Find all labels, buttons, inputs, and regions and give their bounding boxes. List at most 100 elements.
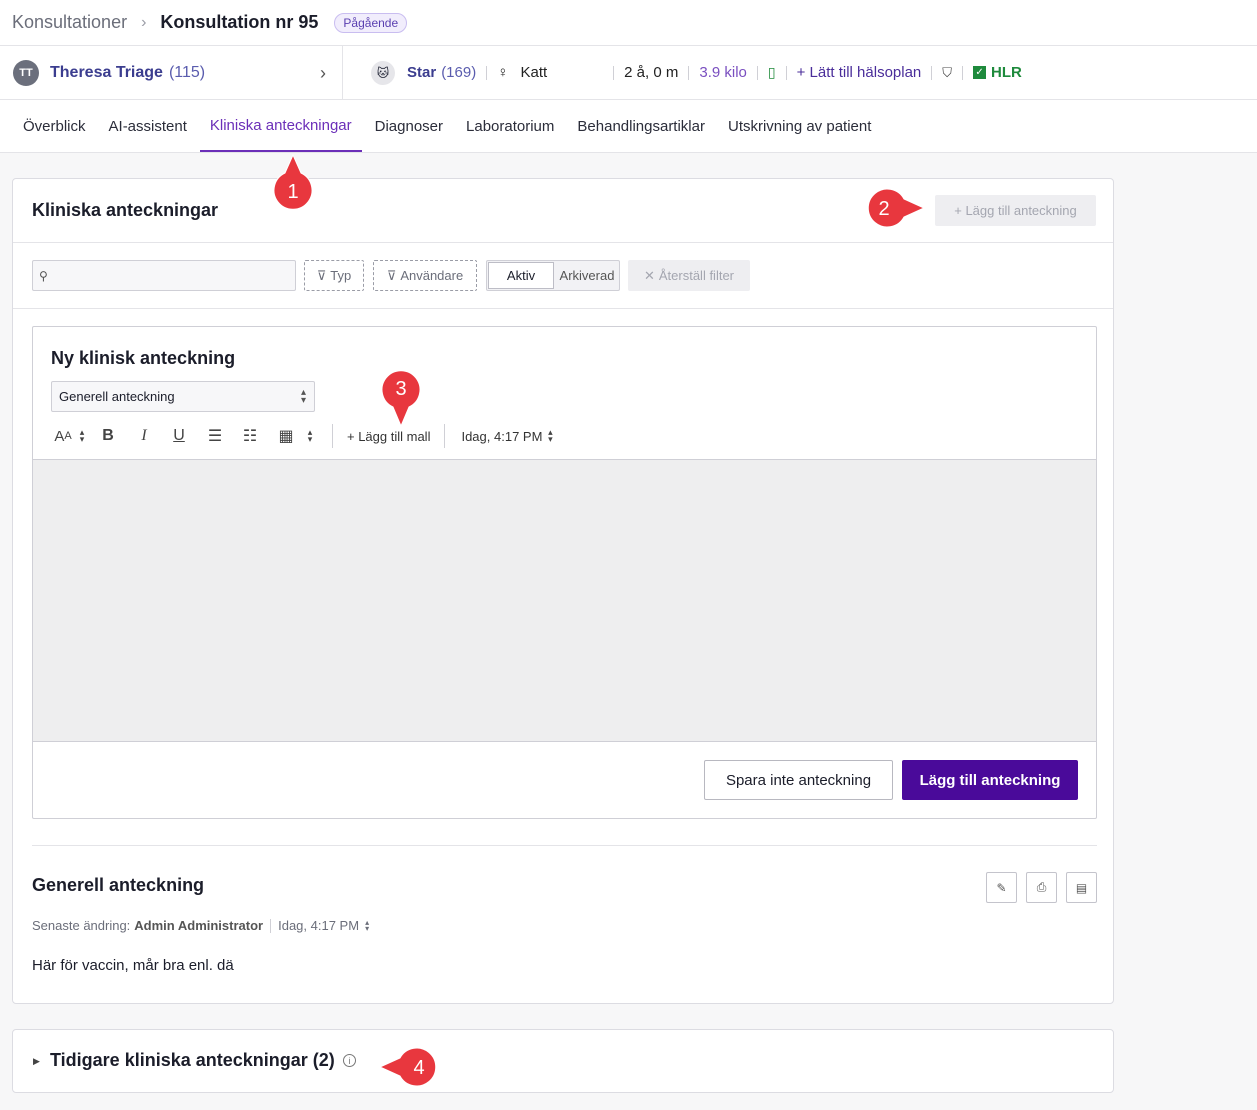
- clinical-notes-panel: Kliniska anteckningar + Lägg till anteck…: [12, 178, 1114, 1004]
- top-bar: Konsultationer › Konsultation nr 95 Pågå…: [0, 0, 1257, 46]
- filter-user-button[interactable]: ⊽ Användare: [373, 260, 477, 291]
- chevron-updown-icon[interactable]: ▴ ▾: [542, 423, 558, 449]
- divider: [486, 65, 488, 80]
- filter-icon: ⊽: [316, 267, 327, 283]
- divider: [270, 918, 272, 933]
- previous-notes-panel[interactable]: ▶ Tidigare kliniska anteckningar (2) i: [12, 1029, 1114, 1093]
- patient-bar: TT Theresa Triage (115) › 🐱 Star (169) ♀…: [0, 45, 1257, 100]
- pencil-icon: ✎: [996, 880, 1007, 895]
- hlr-label: HLR: [991, 64, 1022, 81]
- owner-id: (115): [168, 63, 206, 81]
- owner-section[interactable]: TT Theresa Triage (115) ›: [0, 45, 343, 100]
- tab-discharge[interactable]: Utskrivning av patient: [718, 100, 881, 152]
- note-author: Admin Administrator: [134, 918, 264, 933]
- submit-note-button[interactable]: Lägg till anteckning: [902, 760, 1078, 800]
- note-title: Generell anteckning: [32, 875, 205, 895]
- callout-label: 2: [878, 198, 889, 220]
- divider: [756, 65, 758, 80]
- new-note-form: Ny klinisk anteckning Generell antecknin…: [32, 326, 1097, 819]
- pet-species: Katt: [520, 64, 548, 81]
- status-toggle: Aktiv Arkiverad: [486, 260, 620, 291]
- editor-toolbar: AA ▴ ▾ B I U ☰ ☷ ▦ ▴ ▾ + Lägg till mall Id…: [51, 423, 558, 449]
- owner-name[interactable]: Theresa Triage: [50, 64, 163, 82]
- toggle-active[interactable]: Aktiv: [488, 262, 554, 289]
- printer-icon: ⎙: [1036, 880, 1047, 894]
- pet-id: (169): [441, 64, 477, 81]
- callout-marker-1: 1: [273, 153, 313, 210]
- filter-icon: ⊽: [386, 267, 397, 283]
- divider: [688, 65, 690, 80]
- divider: [962, 65, 964, 80]
- cancel-note-button[interactable]: Spara inte anteckning: [704, 760, 893, 800]
- divider: [13, 308, 1113, 309]
- reset-filter-label: Återställ filter: [658, 268, 735, 283]
- caret-right-icon[interactable]: ▶: [33, 1056, 40, 1067]
- info-icon[interactable]: i: [343, 1054, 356, 1067]
- tab-overview[interactable]: Överblick: [13, 100, 96, 152]
- reset-filter-button[interactable]: ✕ Återställ filter: [628, 260, 750, 291]
- tab-bar: Överblick AI-assistent Kliniska anteckni…: [0, 100, 1257, 153]
- shield-icon: ⛉: [942, 64, 953, 80]
- numbered-list-icon[interactable]: ☷: [233, 423, 267, 449]
- new-note-title: Ny klinisk anteckning: [51, 348, 236, 368]
- add-health-plan-link[interactable]: + Lätt till hälsoplan: [797, 64, 922, 81]
- cat-icon: 🐱: [371, 60, 395, 85]
- note-datetime: Idag, 4:17 PM: [278, 918, 360, 933]
- bold-icon[interactable]: B: [89, 423, 127, 449]
- hlr-status: ✓ HLR: [973, 64, 1022, 81]
- callout-marker-3: 3: [381, 370, 421, 428]
- add-note-button[interactable]: + Lägg till anteckning: [935, 195, 1096, 226]
- archive-button[interactable]: ▤: [1066, 872, 1097, 903]
- italic-icon[interactable]: I: [127, 423, 161, 449]
- divider: [613, 65, 615, 80]
- edit-button[interactable]: ✎: [986, 872, 1017, 903]
- female-icon: ♀: [497, 64, 509, 81]
- divider: [32, 845, 1097, 846]
- tab-laboratory[interactable]: Laboratorium: [456, 100, 564, 152]
- callout-label: 3: [395, 378, 406, 400]
- divider: [785, 65, 787, 80]
- note-type-value: Generell anteckning: [59, 389, 175, 404]
- callout-marker-4: 4: [378, 1047, 437, 1087]
- pet-weight[interactable]: 3.9 kilo: [699, 64, 747, 81]
- status-badge: Pågående: [334, 12, 408, 33]
- pet-name[interactable]: Star: [407, 64, 436, 81]
- filter-type-button[interactable]: ⊽ Typ: [304, 260, 364, 291]
- print-button[interactable]: ⎙: [1026, 872, 1057, 903]
- panel-title: Kliniska anteckningar: [32, 200, 219, 220]
- tab-treatment-items[interactable]: Behandlingsartiklar: [567, 100, 715, 152]
- divider: [13, 242, 1113, 243]
- filter-user-label: Användare: [400, 268, 464, 283]
- pet-age: 2 å, 0 m: [624, 64, 679, 81]
- avatar: TT: [13, 59, 39, 86]
- pet-section: 🐱 Star (169) ♀ Katt 2 å, 0 m 3.9 kilo ▯ …: [343, 46, 1022, 100]
- note-editor[interactable]: [33, 459, 1096, 742]
- tab-diagnoses[interactable]: Diagnoser: [365, 100, 453, 152]
- previous-notes-title[interactable]: Tidigare kliniska anteckningar (2): [50, 1050, 335, 1071]
- underline-icon[interactable]: U: [161, 423, 197, 449]
- filter-type-label: Typ: [330, 268, 352, 283]
- page-title: Konsultation nr 95: [160, 12, 319, 32]
- chevron-updown-icon[interactable]: ▴ ▾: [75, 423, 89, 449]
- note-body: Här för vaccin, mår bra enl. dä: [32, 957, 234, 974]
- table-icon[interactable]: ▦: [267, 423, 305, 449]
- bullet-list-icon[interactable]: ☰: [197, 423, 233, 449]
- note-datetime[interactable]: Idag, 4:17 PM: [445, 423, 542, 449]
- breadcrumb-parent[interactable]: Konsultationer: [12, 12, 127, 33]
- font-size-icon[interactable]: AA: [51, 423, 75, 449]
- microchip-icon: ▯: [767, 64, 776, 80]
- search-input[interactable]: ⚲: [32, 260, 296, 291]
- toggle-archived[interactable]: Arkiverad: [555, 261, 619, 290]
- tab-clinical-notes[interactable]: Kliniska anteckningar: [199, 100, 362, 152]
- callout-label: 1: [287, 181, 298, 203]
- tab-ai-assistant[interactable]: AI-assistent: [99, 100, 197, 152]
- chevron-right-icon[interactable]: ›: [320, 63, 326, 84]
- meta-label: Senaste ändring:: [32, 918, 131, 933]
- chevron-updown-icon: ▴ ▾: [300, 387, 306, 406]
- callout-label: 4: [413, 1057, 424, 1079]
- chevron-updown-icon[interactable]: ▴ ▾: [365, 918, 369, 932]
- search-icon: ⚲: [39, 268, 48, 283]
- chevron-updown-icon[interactable]: ▴ ▾: [305, 423, 315, 449]
- chevron-right-icon: ›: [141, 13, 147, 31]
- note-type-select[interactable]: Generell anteckning ▴ ▾: [51, 381, 315, 412]
